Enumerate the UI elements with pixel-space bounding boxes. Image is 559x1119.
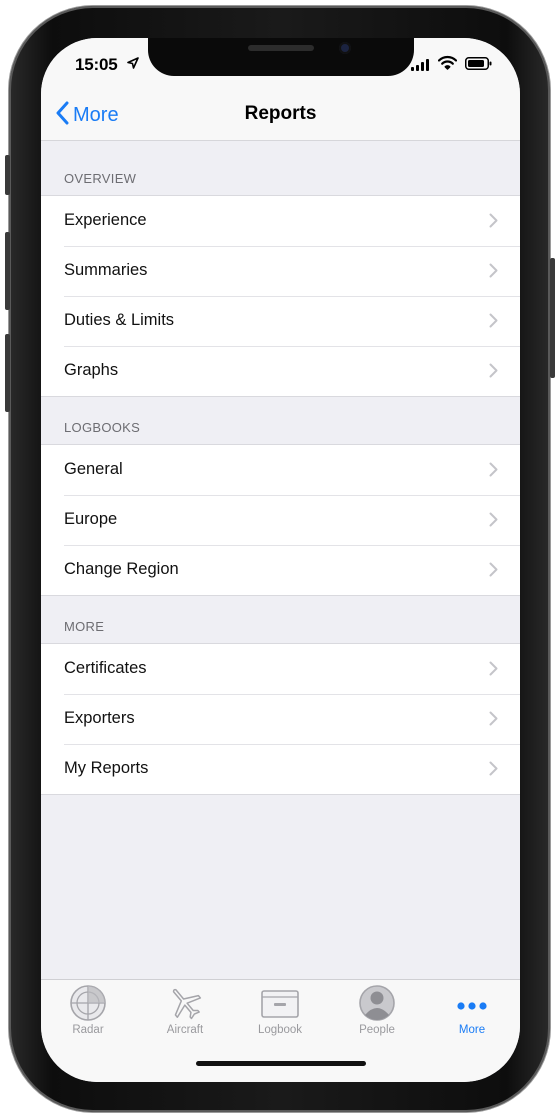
silent-switch <box>5 155 10 195</box>
power-button <box>550 258 555 378</box>
chevron-right-icon <box>489 213 498 233</box>
tab-people[interactable]: People <box>337 984 417 1044</box>
ellipsis-icon <box>432 984 512 1022</box>
chevron-right-icon <box>489 263 498 283</box>
reports-list: OVERVIEW Experience Summaries Duties & L… <box>41 141 520 795</box>
row-graphs[interactable]: Graphs <box>41 346 520 396</box>
row-duties-limits[interactable]: Duties & Limits <box>41 296 520 346</box>
row-certificates[interactable]: Certificates <box>41 644 520 694</box>
section-header-label: MORE <box>64 619 105 634</box>
tab-label: People <box>359 1024 395 1036</box>
row-change-region[interactable]: Change Region <box>41 545 520 595</box>
tab-label: More <box>458 1024 486 1036</box>
logbook-icon <box>240 984 320 1022</box>
row-general[interactable]: General <box>41 445 520 495</box>
page-title: Reports <box>244 103 317 124</box>
tab-logbook[interactable]: Logbook <box>240 984 320 1044</box>
radar-icon <box>48 984 128 1022</box>
row-europe[interactable]: Europe <box>41 495 520 545</box>
person-icon <box>337 984 417 1022</box>
row-label: Exporters <box>64 709 135 727</box>
navigation-bar: More Reports <box>41 88 520 141</box>
location-arrow-icon <box>127 56 139 74</box>
row-summaries[interactable]: Summaries <box>41 246 520 296</box>
tab-bar: Radar Aircraft Logbook People More <box>41 979 520 1082</box>
chevron-right-icon <box>489 363 498 383</box>
row-label: Summaries <box>64 261 148 279</box>
tab-label: Logbook <box>257 1024 303 1036</box>
airplane-icon <box>145 984 225 1022</box>
battery-icon <box>465 57 492 75</box>
row-label: Change Region <box>64 560 179 578</box>
volume-down-button <box>5 334 10 412</box>
row-label: Certificates <box>64 659 147 677</box>
tab-label: Aircraft <box>166 1024 204 1036</box>
chevron-right-icon <box>489 462 498 482</box>
section-header-more: MORE <box>41 596 520 643</box>
wifi-icon <box>437 55 458 75</box>
notch <box>148 38 414 76</box>
row-exporters[interactable]: Exporters <box>41 694 520 744</box>
chevron-right-icon <box>489 711 498 731</box>
chevron-right-icon <box>489 512 498 532</box>
tab-label: Radar <box>72 1024 104 1036</box>
chevron-right-icon <box>489 562 498 582</box>
row-experience[interactable]: Experience <box>41 196 520 246</box>
section-header-overview: OVERVIEW <box>41 141 520 195</box>
section-header-label: OVERVIEW <box>64 171 137 186</box>
front-camera <box>339 42 351 54</box>
section-more: Certificates Exporters My Reports <box>41 643 520 795</box>
section-header-label: LOGBOOKS <box>64 420 141 435</box>
earpiece-speaker <box>248 45 314 51</box>
row-label: Graphs <box>64 361 119 379</box>
row-label: Experience <box>64 211 147 229</box>
row-label: Europe <box>64 510 118 528</box>
tab-radar[interactable]: Radar <box>48 984 128 1044</box>
status-time: 15:05 <box>75 55 118 74</box>
row-label: General <box>64 460 123 478</box>
section-logbooks: General Europe Change Region <box>41 444 520 596</box>
tab-aircraft[interactable]: Aircraft <box>145 984 225 1044</box>
chevron-right-icon <box>489 661 498 681</box>
section-overview: Experience Summaries Duties & Limits Gra… <box>41 195 520 397</box>
chevron-right-icon <box>489 313 498 333</box>
row-label: Duties & Limits <box>64 311 175 329</box>
chevron-right-icon <box>489 761 498 781</box>
home-indicator[interactable] <box>196 1061 366 1066</box>
cellular-signal-icon <box>411 58 431 76</box>
row-label: My Reports <box>64 759 149 777</box>
section-header-logbooks: LOGBOOKS <box>41 397 520 444</box>
screen: 15:05 More Reports OVERVIEW Experience S… <box>41 38 520 1082</box>
volume-up-button <box>5 232 10 310</box>
tab-more[interactable]: More <box>432 984 512 1044</box>
row-my-reports[interactable]: My Reports <box>41 744 520 794</box>
